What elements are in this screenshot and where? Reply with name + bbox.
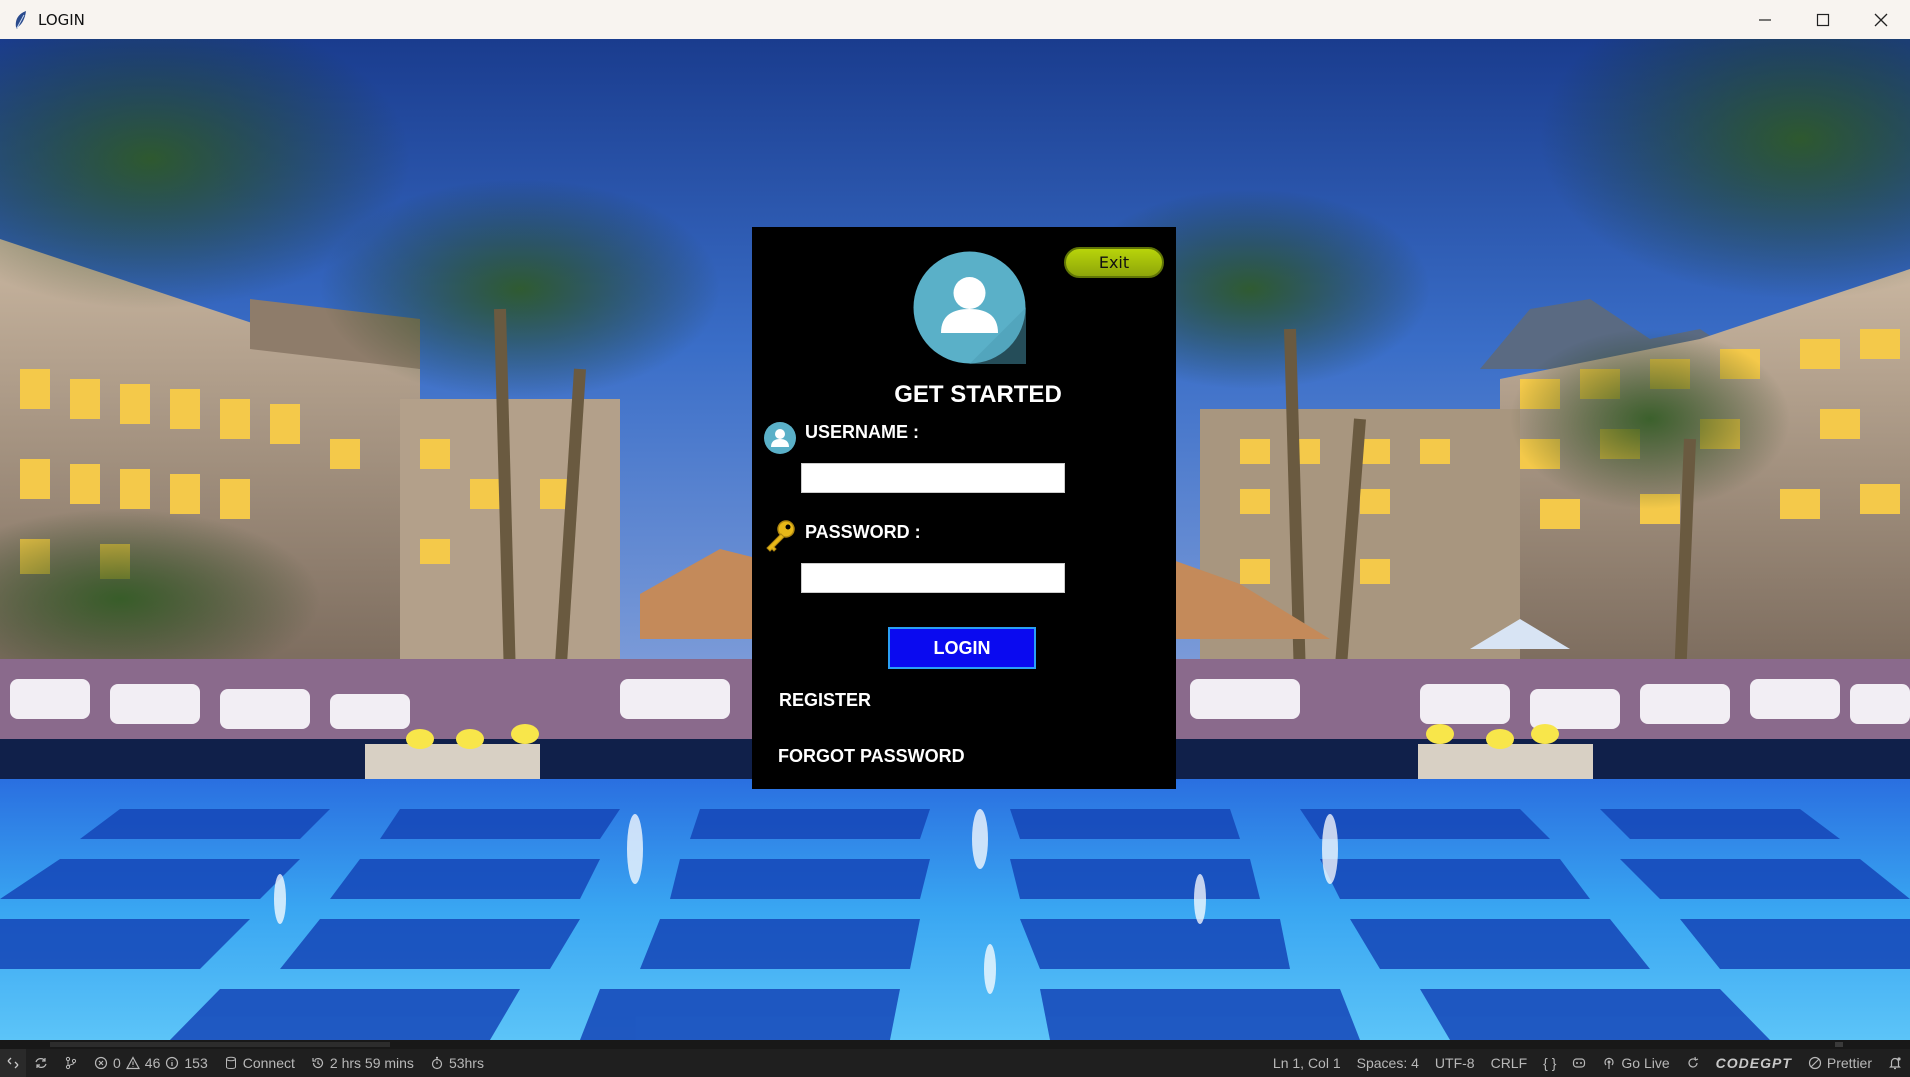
connect-button[interactable]: Connect — [216, 1055, 303, 1071]
info-icon — [166, 1056, 179, 1070]
close-icon — [1874, 13, 1888, 26]
page-title: GET STARTED — [894, 381, 1062, 408]
error-count: 0 — [113, 1055, 121, 1071]
sync-icon — [35, 1058, 47, 1068]
session-time: 2 hrs 59 mins — [329, 1055, 414, 1071]
password-label: PASSWORD : — [805, 522, 921, 542]
copilot-icon — [1573, 1058, 1586, 1068]
broadcast-icon — [1604, 1057, 1614, 1069]
problems-indicator[interactable]: 0 46 153 — [86, 1055, 216, 1071]
copilot-button[interactable] — [1564, 1056, 1594, 1070]
cursor-position[interactable]: Ln 1, Col 1 — [1265, 1055, 1349, 1071]
user-icon — [764, 422, 796, 454]
total-time-indicator[interactable]: 53hrs — [422, 1055, 492, 1071]
line-ending-setting[interactable]: CRLF — [1483, 1055, 1536, 1071]
error-icon — [94, 1056, 108, 1070]
minimize-icon — [1759, 18, 1771, 21]
indentation-setting[interactable]: Spaces: 4 — [1349, 1055, 1427, 1071]
bell-icon — [1889, 1057, 1901, 1070]
connect-label: Connect — [242, 1055, 295, 1071]
stopwatch-icon — [431, 1056, 443, 1070]
window-title-bar: LOGIN — [0, 0, 1910, 40]
username-field[interactable] — [801, 463, 1065, 493]
username-label: USERNAME : — [805, 422, 920, 442]
total-time: 53hrs — [448, 1055, 484, 1071]
register-link[interactable]: REGISTER — [779, 690, 871, 711]
notifications-button[interactable] — [1880, 1056, 1910, 1070]
history-icon — [312, 1057, 323, 1069]
remote-icon — [7, 1057, 19, 1069]
go-live-label: Go Live — [1621, 1055, 1670, 1071]
accounts-button[interactable] — [1678, 1056, 1708, 1070]
prettier-status-icon — [1808, 1056, 1821, 1070]
login-button[interactable]: LOGIN — [888, 627, 1036, 669]
horizontal-scrollbar[interactable] — [0, 1040, 1910, 1049]
encoding-setting[interactable]: UTF-8 — [1427, 1055, 1483, 1071]
minimize-button[interactable] — [1736, 0, 1794, 39]
window-title: LOGIN — [38, 10, 85, 29]
codegpt-button[interactable]: CODEGPT — [1708, 1055, 1800, 1071]
scrollbar-thumb[interactable] — [50, 1042, 390, 1047]
login-panel: Exit GET STARTED USERNAME : PASSWORD : L… — [752, 227, 1176, 789]
language-mode[interactable]: { } — [1535, 1055, 1564, 1071]
go-live-button[interactable]: Go Live — [1594, 1055, 1677, 1071]
feather-icon — [15, 10, 26, 29]
database-icon — [225, 1056, 236, 1069]
session-time-indicator[interactable]: 2 hrs 59 mins — [303, 1055, 422, 1071]
source-control-button[interactable] — [56, 1056, 86, 1070]
info-count: 153 — [184, 1055, 208, 1071]
prettier-label: Prettier — [1826, 1055, 1872, 1071]
maximize-icon — [1816, 13, 1830, 26]
prettier-button[interactable]: Prettier — [1800, 1055, 1880, 1071]
maximize-button[interactable] — [1794, 0, 1852, 39]
refresh-icon — [1688, 1056, 1698, 1068]
exit-button[interactable]: Exit — [1064, 247, 1164, 278]
remote-indicator[interactable] — [0, 1049, 26, 1077]
warning-icon — [125, 1056, 140, 1070]
close-button[interactable] — [1852, 0, 1910, 39]
status-bar: 0 46 153 Connect 2 hrs 59 mins 53hrs Ln … — [0, 1049, 1910, 1077]
git-branch-icon — [65, 1056, 77, 1070]
key-icon — [766, 520, 795, 552]
avatar-icon — [913, 251, 1026, 364]
sync-button[interactable] — [26, 1056, 56, 1070]
warning-count: 46 — [144, 1055, 161, 1071]
password-field[interactable] — [801, 563, 1065, 593]
scrollbar-thumb-secondary[interactable] — [1835, 1042, 1843, 1047]
forgot-password-link[interactable]: FORGOT PASSWORD — [778, 746, 965, 767]
